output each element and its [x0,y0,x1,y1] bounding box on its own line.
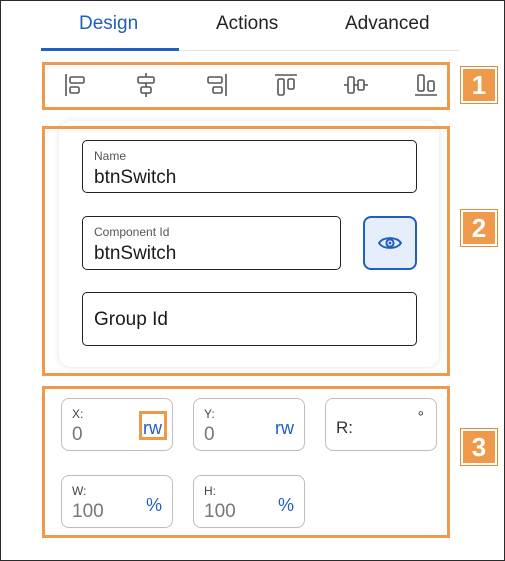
align-top-button[interactable] [270,69,302,101]
tab-advanced[interactable]: Advanced [345,13,430,35]
align-right-icon [207,74,227,96]
align-bottom-icon [415,74,437,96]
tab-actions[interactable]: Actions [216,13,278,35]
eye-icon [378,237,402,249]
callout-badge-3: 3 [460,428,498,466]
rw-highlight-box [139,411,167,440]
align-right-button[interactable] [200,69,232,101]
name-field[interactable]: Name btnSwitch [82,140,417,193]
callout-badge-1: 1 [460,66,498,104]
y-unit-toggle[interactable]: rw [275,418,294,439]
height-unit-toggle[interactable]: % [278,495,294,516]
name-field-label: Name [94,149,127,163]
callout-badge-2: 2 [460,209,498,247]
x-value: 0 [72,424,83,445]
x-position-field[interactable]: X: 0 rw [61,398,173,451]
toggle-visibility-button[interactable] [363,216,417,270]
y-label: Y: [204,407,215,421]
highlight-box-1 [42,62,450,110]
component-id-label: Component Id [94,225,170,239]
degree-unit: ° [417,409,424,426]
name-field-value: btnSwitch [94,167,177,188]
properties-panel: Design Actions Advanced 1 2 Name btnSwit… [0,0,505,561]
rotation-label: R: [336,418,353,437]
align-center-horizontal-button[interactable] [130,69,162,101]
align-left-icon [65,74,85,96]
rotation-field[interactable]: R: ° [325,398,437,451]
group-id-placeholder: Group Id [94,309,168,330]
height-label: H: [204,484,216,498]
height-field[interactable]: H: 100 % [193,475,305,528]
align-center-vertical-icon [344,76,368,94]
y-value: 0 [204,424,215,445]
height-value: 100 [204,501,236,522]
component-id-field[interactable]: Component Id btnSwitch [82,216,341,270]
group-id-field[interactable]: Group Id [82,292,417,346]
align-center-vertical-button[interactable] [340,69,372,101]
align-bottom-button[interactable] [410,69,442,101]
width-value: 100 [72,501,104,522]
align-center-horizontal-icon [137,73,155,97]
active-tab-indicator [41,48,179,51]
width-unit-toggle[interactable]: % [146,495,162,516]
tab-design[interactable]: Design [79,13,138,35]
align-left-button[interactable] [60,69,92,101]
width-label: W: [72,484,87,498]
y-position-field[interactable]: Y: 0 rw [193,398,305,451]
tab-bar: Design Actions Advanced [41,1,459,51]
x-label: X: [72,407,84,421]
align-top-icon [275,74,297,96]
width-field[interactable]: W: 100 % [61,475,173,528]
component-id-value: btnSwitch [94,243,177,264]
